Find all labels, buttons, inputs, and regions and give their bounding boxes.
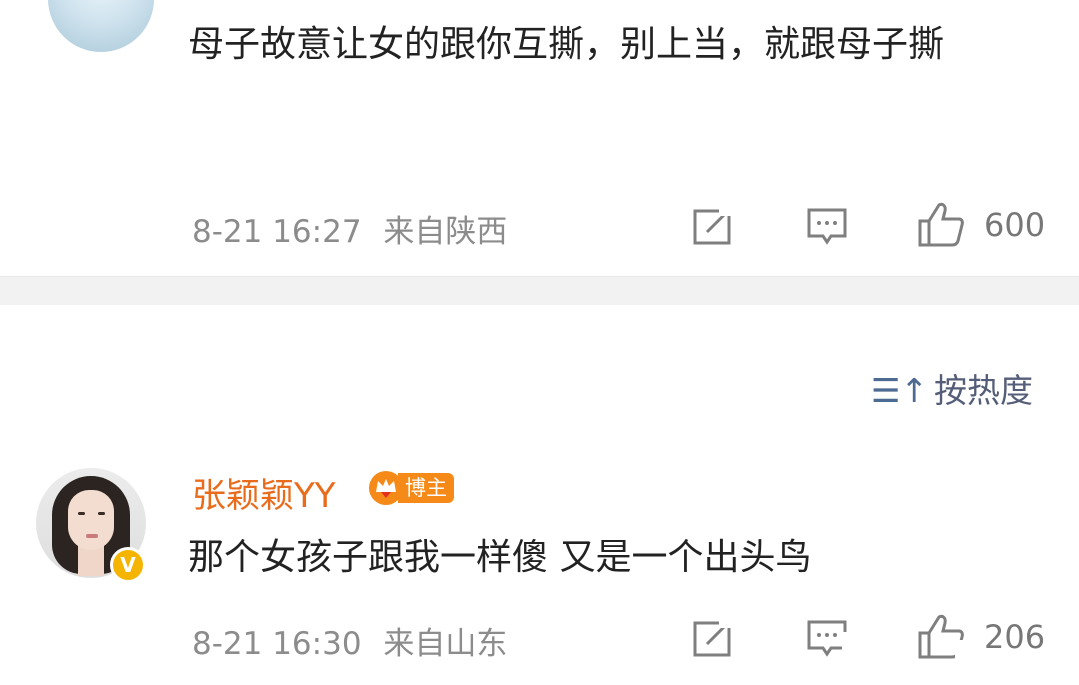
like-icon[interactable] [917,201,965,247]
verified-icon: V [110,547,146,583]
overlay-block [842,632,900,666]
share-icon[interactable] [693,206,735,246]
overlay-block [955,640,981,674]
comment-icon[interactable] [806,206,848,246]
like-count: 600 [984,206,1046,244]
sort-icon: ☰↑ [870,371,928,410]
section-divider [0,276,1079,305]
comment-location: 来自陕西 [383,214,508,250]
comment-time: 8-21 16:27 [192,214,362,250]
comment-meta: 8-21 16:30 来自山东 [192,618,507,663]
blogger-badge: 博主 [368,470,458,506]
comment-location: 来自山东 [383,626,508,662]
comment-meta: 8-21 16:27 来自陕西 [192,206,507,251]
username[interactable]: 张颖颖YY [192,468,336,517]
sort-label: 按热度 [934,371,1033,410]
like-count: 206 [984,618,1046,656]
comment-text: 那个女孩子跟我一样傻 又是一个出头鸟 [188,537,812,578]
comment-text: 母子故意让女的跟你互撕，别上当，就跟母子撕 [188,24,945,65]
sort-button[interactable]: ☰↑ 按热度 [871,364,1033,412]
share-icon[interactable] [693,618,735,658]
badge-label: 博主 [398,473,454,503]
comment-time: 8-21 16:30 [192,626,362,662]
avatar[interactable] [48,0,154,52]
